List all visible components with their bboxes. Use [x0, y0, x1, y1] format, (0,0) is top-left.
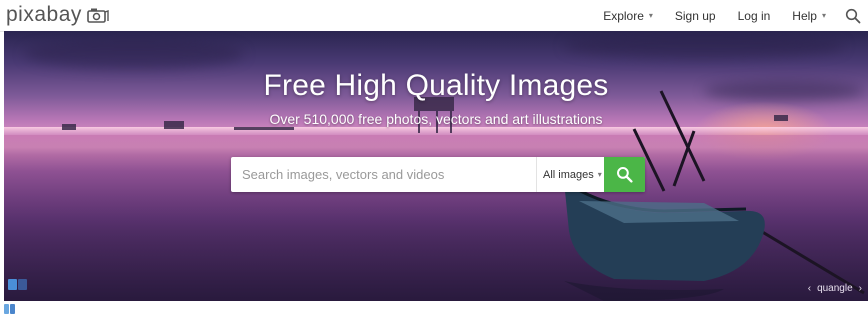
photo-credit[interactable]: ‹ quangle › — [808, 283, 862, 294]
image-type-select[interactable]: All images ▾ — [536, 157, 603, 192]
hero-banner: Free High Quality Images Over 510,000 fr… — [4, 31, 868, 301]
pixabay-logo[interactable]: pixabay — [6, 3, 109, 26]
nav-login-link[interactable]: Log in — [727, 9, 782, 23]
camera-icon — [87, 8, 109, 23]
share-widget-icon[interactable] — [4, 304, 15, 314]
share-icon-left — [4, 304, 9, 314]
logo-text: pixabay — [6, 3, 82, 26]
google-plus-icon[interactable] — [8, 279, 17, 290]
image-type-selected-label: All images — [543, 168, 594, 181]
social-share-icons — [8, 279, 27, 290]
hero-subtitle: Over 510,000 free photos, vectors and ar… — [269, 111, 603, 127]
share-icon-right — [10, 304, 15, 314]
chevron-left-icon[interactable]: ‹ — [808, 283, 811, 294]
nav-help-label: Help — [792, 8, 817, 23]
chevron-down-icon: ▾ — [821, 11, 826, 20]
nav-explore-dropdown[interactable]: Explore ▾ — [592, 9, 664, 23]
search-bar: All images ▾ — [231, 157, 645, 192]
top-navigation-bar: pixabay Explore ▾ Sign up Log in Help ▾ — [0, 0, 868, 32]
chevron-down-icon: ▾ — [648, 11, 653, 20]
search-button[interactable] — [604, 157, 645, 192]
nav-explore-label: Explore — [603, 8, 644, 23]
nav-login-label: Log in — [737, 8, 771, 23]
photo-credit-author: quangle — [817, 283, 853, 294]
search-icon — [617, 167, 633, 183]
facebook-icon[interactable] — [18, 279, 27, 290]
chevron-down-icon: ▾ — [597, 170, 602, 179]
chevron-right-icon[interactable]: › — [859, 283, 862, 294]
nav-signup-label: Sign up — [674, 8, 716, 23]
main-nav: Explore ▾ Sign up Log in Help ▾ — [592, 0, 868, 31]
nav-help-dropdown[interactable]: Help ▾ — [781, 9, 837, 23]
nav-signup-link[interactable]: Sign up — [664, 9, 727, 23]
search-icon[interactable] — [845, 8, 861, 24]
hero-title: Free High Quality Images — [263, 69, 609, 102]
search-input[interactable] — [231, 157, 531, 192]
